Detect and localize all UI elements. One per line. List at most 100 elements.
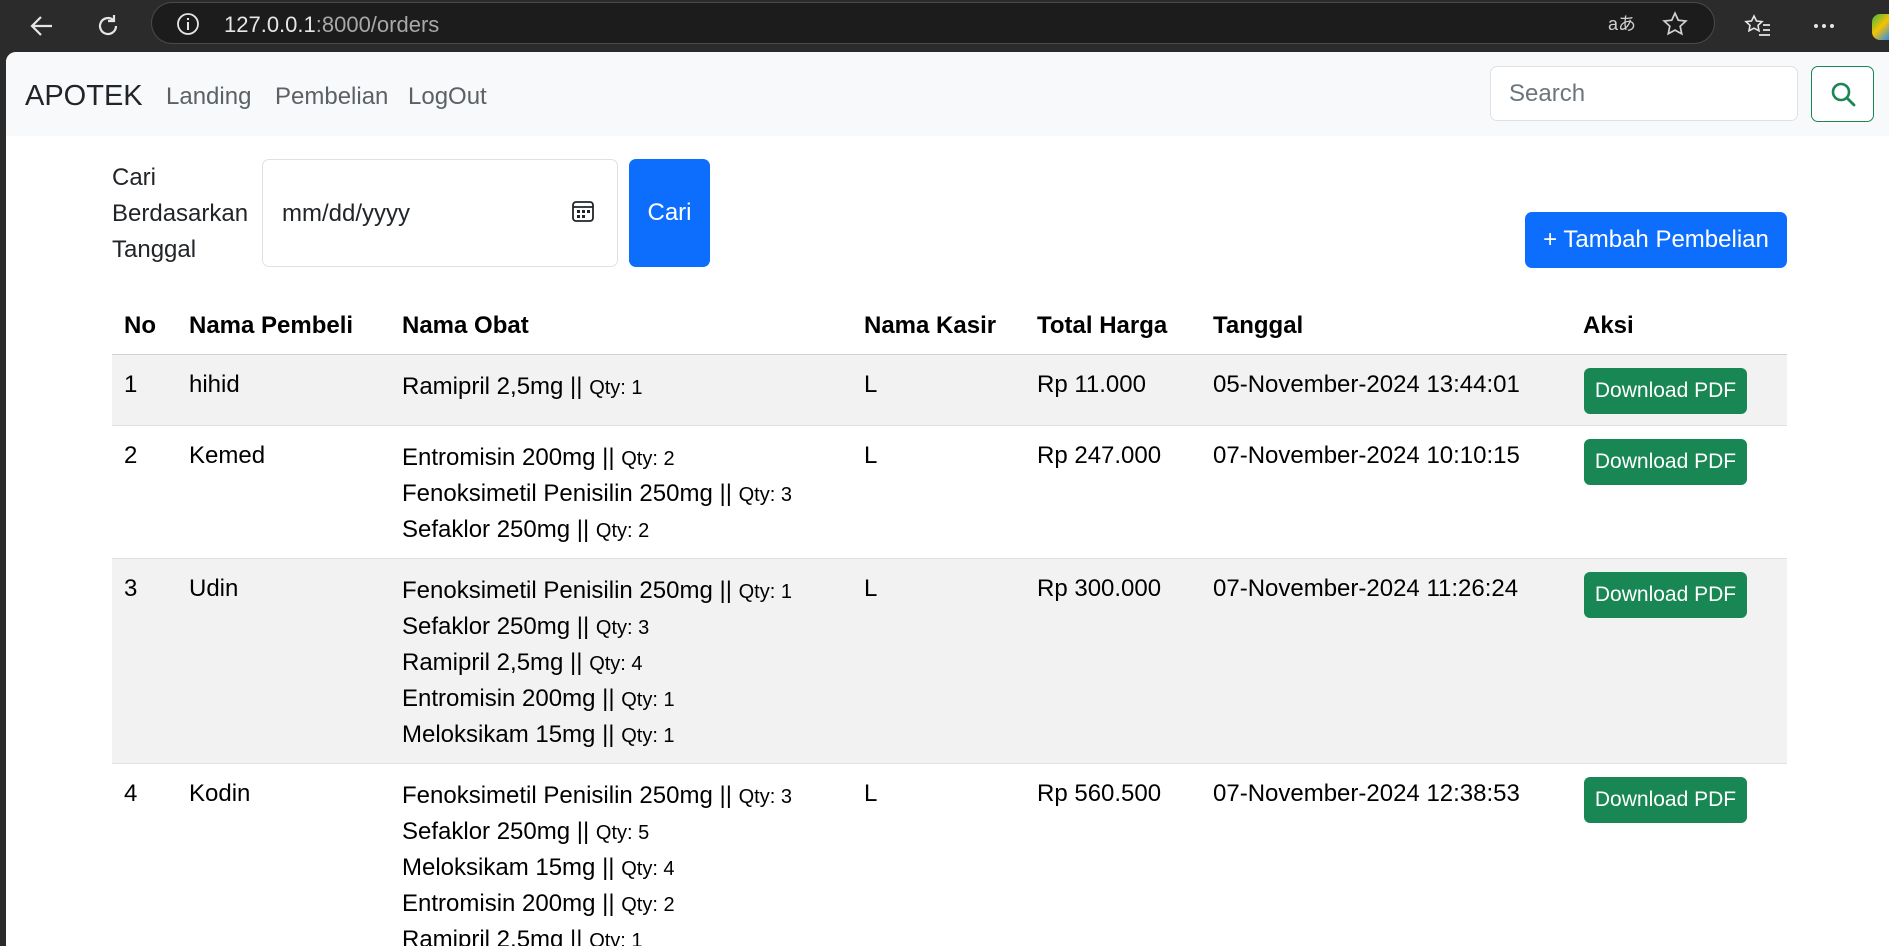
date-filter-label: Cari Berdasarkan Tanggal: [112, 160, 252, 268]
cell-tanggal: 07-November-2024 10:10:15: [1213, 442, 1520, 469]
obat-qty: Qty: 2: [621, 894, 675, 916]
obat-qty: Qty: 4: [589, 653, 643, 675]
read-aloud-icon[interactable]: aあ: [1608, 12, 1638, 36]
obat-name: Ramipril 2,5mg ||: [402, 373, 583, 400]
cell-total-harga: Rp 11.000: [1037, 371, 1146, 398]
url-text[interactable]: 127.0.0.1:8000/orders: [224, 12, 439, 38]
header-tanggal: Tanggal: [1213, 312, 1304, 339]
date-filter-label-line: Cari: [112, 164, 157, 191]
cell-tanggal: 05-November-2024 13:44:01: [1213, 371, 1520, 398]
header-total-harga: Total Harga: [1037, 312, 1168, 339]
url-path: :8000/orders: [315, 12, 440, 37]
calendar-icon[interactable]: [571, 199, 595, 223]
obat-item: Fenoksimetil Penisilin 250mg || Qty: 3: [402, 779, 792, 815]
search-button[interactable]: [1811, 66, 1874, 122]
obat-item: Ramipril 2,5mg || Qty: 4: [402, 646, 792, 682]
cell-nama-kasir: L: [864, 575, 878, 602]
brand-logo[interactable]: APOTEK: [25, 80, 143, 113]
table-header: No Nama Pembeli Nama Obat Nama Kasir Tot…: [112, 296, 1787, 355]
site-info-icon[interactable]: [176, 12, 200, 36]
cell-no: 1: [124, 371, 138, 398]
back-button[interactable]: [22, 6, 62, 46]
header-nama-pembeli: Nama Pembeli: [189, 312, 354, 339]
obat-qty: Qty: 5: [595, 822, 650, 844]
cell-nama-obat: Fenoksimetil Penisilin 250mg || Qty: 3 S…: [402, 779, 792, 946]
reload-button[interactable]: [88, 6, 128, 46]
obat-item: Fenoksimetil Penisilin 250mg || Qty: 3: [402, 477, 792, 513]
date-input[interactable]: mm/dd/yyyy: [262, 159, 618, 267]
cell-total-harga: Rp 247.000: [1037, 442, 1162, 469]
obat-name: Sefaklor 250mg ||: [402, 613, 590, 640]
svg-text:aあ: aあ: [1608, 14, 1636, 34]
obat-qty: Qty: 3: [595, 617, 650, 639]
cell-no: 2: [124, 442, 138, 469]
date-filter-label-line: Tanggal: [112, 236, 197, 263]
obat-qty: Qty: 4: [621, 858, 675, 880]
obat-item: Sefaklor 250mg || Qty: 5: [402, 815, 792, 851]
obat-qty: Qty: 3: [738, 786, 792, 808]
table-row: 4 Kodin Fenoksimetil Penisilin 250mg || …: [112, 764, 1787, 946]
obat-qty: Qty: 1: [589, 377, 643, 399]
obat-name: Meloksikam 15mg ||: [402, 854, 615, 881]
obat-qty: Qty: 1: [738, 581, 792, 603]
obat-item: Entromisin 200mg || Qty: 1: [402, 682, 792, 718]
cell-total-harga: Rp 300.000: [1037, 575, 1162, 602]
nav-link-landing[interactable]: Landing: [166, 83, 251, 111]
obat-item: Sefaklor 250mg || Qty: 3: [402, 610, 792, 646]
copilot-icon[interactable]: [1872, 14, 1889, 40]
date-filter-label-line: Berdasarkan: [112, 200, 249, 227]
obat-name: Ramipril 2,5mg ||: [402, 649, 583, 676]
favorites-list-icon: [1744, 14, 1770, 36]
tambah-pembelian-button[interactable]: + Tambah Pembelian: [1525, 212, 1787, 268]
obat-item: Meloksikam 15mg || Qty: 1: [402, 718, 792, 754]
header-nama-kasir: Nama Kasir: [864, 312, 997, 339]
nav-link-logout[interactable]: LogOut: [408, 83, 487, 111]
obat-name: Entromisin 200mg ||: [402, 685, 615, 712]
header-nama-obat: Nama Obat: [402, 312, 529, 339]
more-button[interactable]: [1804, 6, 1844, 46]
date-placeholder: mm/dd/yyyy: [282, 200, 411, 227]
obat-item: Sefaklor 250mg || Qty: 2: [402, 513, 792, 549]
obat-name: Entromisin 200mg ||: [402, 890, 615, 917]
cell-no: 3: [124, 575, 138, 602]
more-dots-icon: [1814, 24, 1834, 28]
cell-tanggal: 07-November-2024 11:26:24: [1213, 575, 1519, 602]
obat-item: Entromisin 200mg || Qty: 2: [402, 887, 792, 923]
obat-qty: Qty: 1: [589, 930, 643, 946]
search-icon: [1831, 82, 1855, 107]
obat-item: Entromisin 200mg || Qty: 2: [402, 441, 792, 477]
cell-nama-obat: Entromisin 200mg || Qty: 2 Fenoksimetil …: [402, 441, 792, 549]
favorites-button[interactable]: [1738, 6, 1778, 46]
download-pdf-button[interactable]: Download PDF: [1584, 572, 1747, 618]
obat-qty: Qty: 1: [621, 725, 675, 747]
cell-nama-pembeli: hihid: [189, 371, 240, 398]
cell-tanggal: 07-November-2024 12:38:53: [1213, 780, 1520, 807]
favorite-star-icon[interactable]: [1662, 11, 1688, 37]
cell-nama-obat: Ramipril 2,5mg || Qty: 1: [402, 370, 643, 406]
page-viewport: APOTEK Landing Pembelian LogOut Cari Ber…: [6, 52, 1889, 946]
navbar: APOTEK Landing Pembelian LogOut: [6, 52, 1889, 136]
search-input[interactable]: [1490, 66, 1798, 121]
download-pdf-button[interactable]: Download PDF: [1584, 368, 1747, 414]
back-arrow-icon: [30, 16, 52, 36]
cell-total-harga: Rp 560.500: [1037, 780, 1162, 807]
obat-qty: Qty: 3: [738, 484, 792, 506]
download-pdf-button[interactable]: Download PDF: [1584, 777, 1747, 823]
cell-nama-pembeli: Udin: [189, 575, 239, 602]
orders-table: No Nama Pembeli Nama Obat Nama Kasir Tot…: [112, 296, 1787, 946]
address-bar[interactable]: 127.0.0.1:8000/orders aあ: [151, 2, 1715, 44]
obat-name: Fenoksimetil Penisilin 250mg ||: [402, 577, 732, 604]
obat-name: Entromisin 200mg ||: [402, 444, 615, 471]
cell-nama-kasir: L: [864, 442, 878, 469]
cell-nama-pembeli: Kodin: [189, 780, 251, 807]
cell-nama-pembeli: Kemed: [189, 442, 266, 469]
nav-link-pembelian[interactable]: Pembelian: [275, 83, 388, 111]
table-row: 3 Udin Fenoksimetil Penisilin 250mg || Q…: [112, 559, 1787, 764]
reload-icon: [98, 15, 118, 36]
cari-button[interactable]: Cari: [629, 159, 710, 267]
download-pdf-button[interactable]: Download PDF: [1584, 439, 1747, 485]
obat-name: Sefaklor 250mg ||: [402, 516, 590, 543]
obat-item: Fenoksimetil Penisilin 250mg || Qty: 1: [402, 574, 792, 610]
obat-name: Ramipril 2,5mg ||: [402, 926, 583, 946]
header-aksi: Aksi: [1583, 312, 1634, 339]
